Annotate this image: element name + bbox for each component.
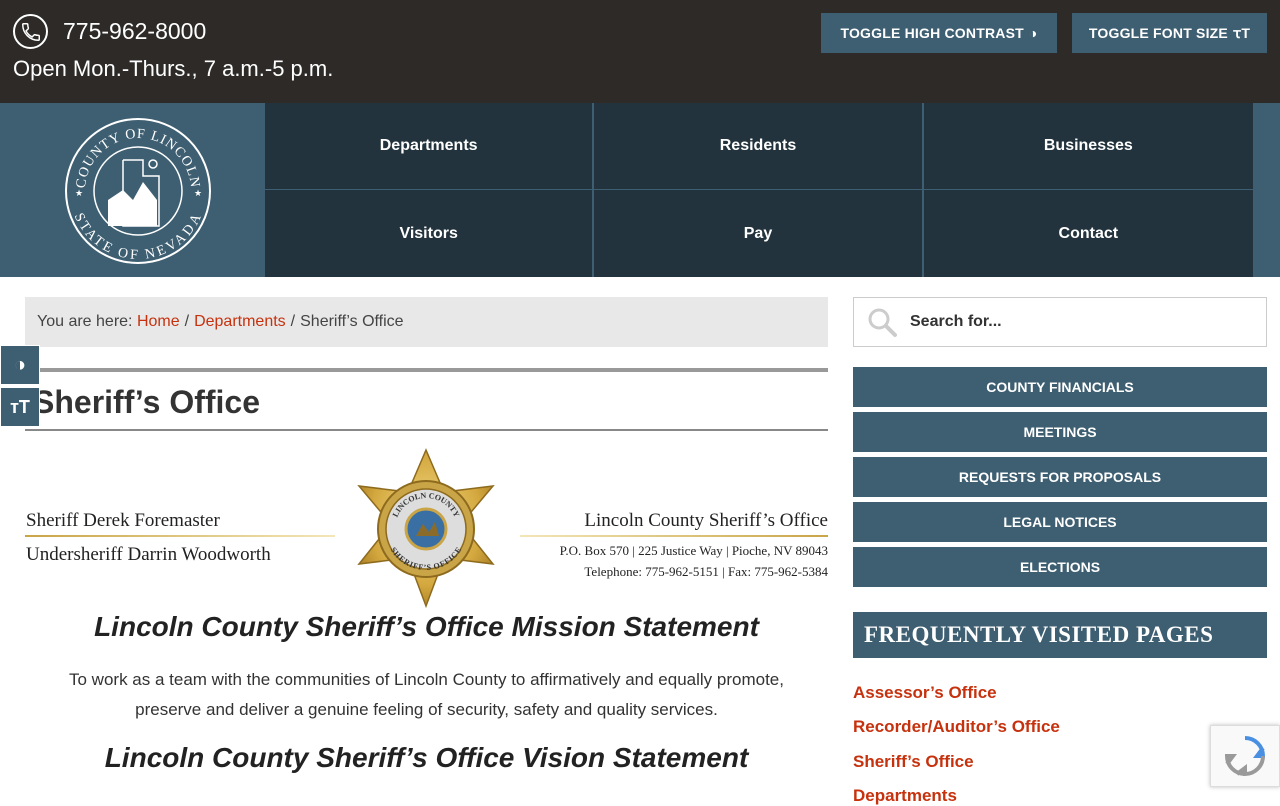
breadcrumb: You are here: Home / Departments / Sheri…	[25, 297, 828, 347]
link-sheriffs-office[interactable]: Sheriff’s Office	[853, 752, 974, 772]
legal-notices-button[interactable]: LEGAL NOTICES	[853, 502, 1267, 542]
breadcrumb-prefix: You are here:	[37, 313, 133, 330]
mission-statement: To work as a team with the communities o…	[25, 665, 828, 725]
office-hours: Open Mon.-Thurs., 7 a.m.-5 p.m.	[13, 56, 334, 81]
link-recorder-auditors-office[interactable]: Recorder/Auditor’s Office	[853, 717, 1060, 737]
breadcrumb-separator: /	[184, 313, 190, 330]
gold-divider	[25, 535, 335, 537]
svg-text:COUNTY OF LINCOLN: COUNTY OF LINCOLN	[74, 127, 202, 189]
nav-departments[interactable]: Departments	[265, 103, 595, 190]
sheriff-name: Sheriff Derek Foremaster	[26, 510, 220, 531]
county-seal-logo[interactable]: ★ ★ COUNTY OF LINCOLN STATE OF NEVADA	[63, 116, 213, 266]
search-box[interactable]: Search for...	[853, 297, 1267, 347]
nav-pay[interactable]: Pay	[594, 190, 924, 277]
gold-divider	[520, 535, 828, 537]
breadcrumb-home-link[interactable]: Home	[137, 313, 180, 331]
font-size-icon: ᴛT	[10, 396, 30, 417]
title-area: Sheriff’s Office	[25, 368, 828, 431]
breadcrumb-departments-link[interactable]: Departments	[194, 313, 286, 331]
phone-row[interactable]: 775-962-8000	[13, 14, 206, 49]
toggle-font-size-button[interactable]: TOGGLE FONT SIZE ꚍT	[1072, 13, 1267, 53]
seal-top-text: COUNTY OF LINCOLN	[74, 127, 201, 189]
office-name: Lincoln County Sheriff’s Office	[584, 510, 828, 531]
link-assessors-office[interactable]: Assessor’s Office	[853, 683, 997, 703]
toggle-font-size-label: TOGGLE FONT SIZE	[1088, 25, 1228, 41]
meetings-button[interactable]: MEETINGS	[853, 412, 1267, 452]
main-nav: Departments Residents Businesses Visitor…	[265, 103, 1253, 277]
mission-line: To work as a team with the communities o…	[69, 670, 784, 689]
site-header: ★ ★ COUNTY OF LINCOLN STATE OF NEVADA De…	[0, 103, 1280, 277]
side-font-size-toggle[interactable]: ᴛT	[0, 387, 40, 427]
contrast-icon: ◑	[1028, 25, 1038, 41]
search-icon[interactable]	[866, 306, 898, 338]
county-financials-button[interactable]: COUNTY FINANCIALS	[853, 367, 1267, 407]
undersheriff-name: Undersheriff Darrin Woodworth	[26, 544, 271, 565]
mission-line: preserve and deliver a genuine feeling o…	[135, 700, 718, 719]
toggle-high-contrast-label: TOGGLE HIGH CONTRAST	[840, 25, 1024, 41]
office-address: P.O. Box 570 | 225 Justice Way | Pioche,…	[559, 543, 828, 558]
sheriff-badge-image: LINCOLN COUNTY SHERIFF’S OFFICE	[343, 448, 509, 610]
nav-residents[interactable]: Residents	[594, 103, 924, 190]
nav-contact[interactable]: Contact	[924, 190, 1253, 277]
breadcrumb-separator: /	[290, 313, 296, 330]
side-contrast-toggle[interactable]: ◑	[0, 345, 40, 385]
nav-visitors[interactable]: Visitors	[265, 190, 595, 277]
top-bar: 775-962-8000 Open Mon.-Thurs., 7 a.m.-5 …	[0, 0, 1280, 103]
frequently-visited-heading: FREQUENTLY VISITED PAGES	[853, 612, 1267, 658]
elections-button[interactable]: ELECTIONS	[853, 547, 1267, 587]
page-title: Sheriff’s Office	[33, 384, 260, 420]
recaptcha-badge[interactable]	[1210, 725, 1280, 787]
svg-text:STATE OF NEVADA: STATE OF NEVADA	[71, 211, 205, 263]
contrast-icon: ◑	[13, 353, 27, 376]
office-phones: Telephone: 775-962-5151 | Fax: 775-962-5…	[584, 564, 828, 579]
seal-bottom-text: STATE OF NEVADA	[71, 211, 204, 263]
breadcrumb-current: Sheriff’s Office	[300, 313, 404, 330]
sheriff-banner: Sheriff Derek Foremaster Undersheriff Da…	[25, 448, 828, 610]
font-size-icon: ꚍT	[1232, 24, 1251, 41]
vision-heading: Lincoln County Sheriff’s Office Vision S…	[104, 742, 749, 773]
phone-number[interactable]: 775-962-8000	[63, 18, 206, 45]
requests-for-proposals-button[interactable]: REQUESTS FOR PROPOSALS	[853, 457, 1267, 497]
recaptcha-icon	[1224, 736, 1266, 777]
toggle-high-contrast-button[interactable]: TOGGLE HIGH CONTRAST ◑	[821, 13, 1057, 53]
search-input[interactable]: Search for...	[910, 313, 1002, 331]
phone-icon	[13, 14, 48, 49]
mission-heading: Lincoln County Sheriff’s Office Mission …	[94, 611, 759, 642]
nav-businesses[interactable]: Businesses	[923, 103, 1253, 190]
link-departments[interactable]: Departments	[853, 786, 957, 806]
